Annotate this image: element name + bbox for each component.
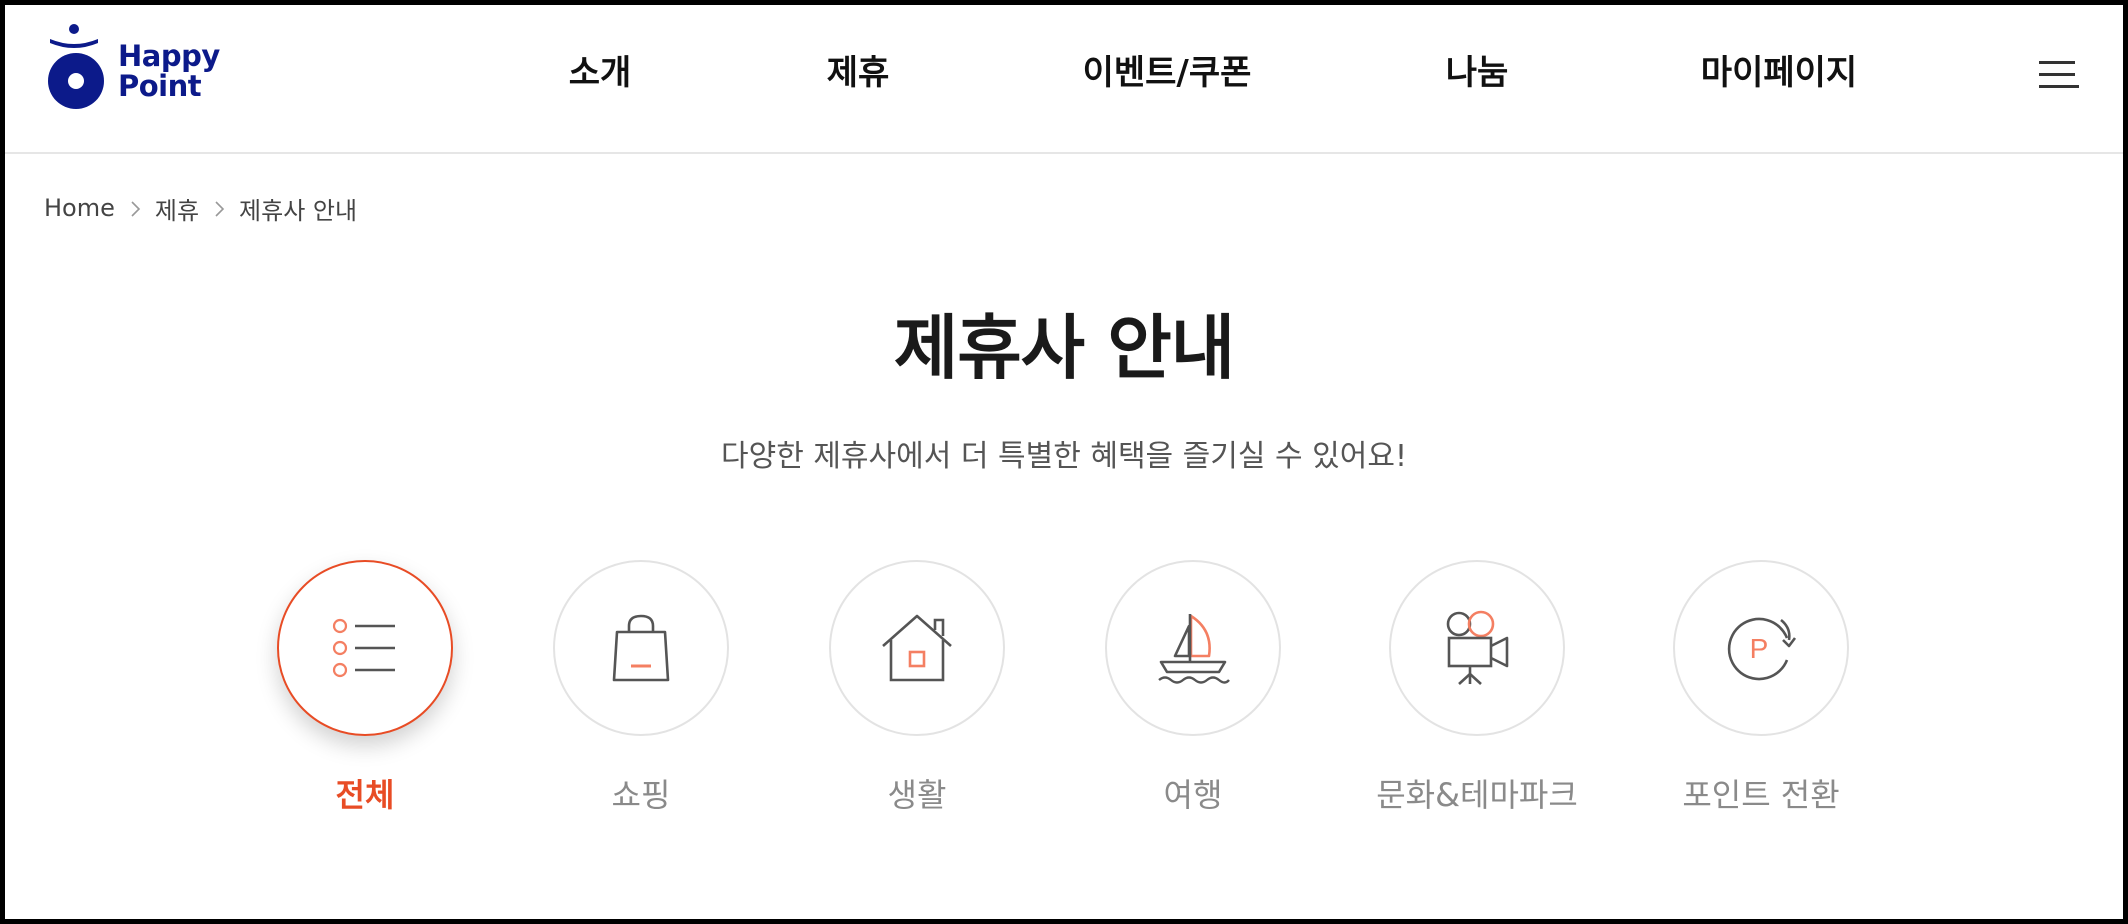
logo-line-1: Happy xyxy=(118,39,220,73)
page-title: 제휴사 안내 xyxy=(893,307,1235,389)
shopping-bag-icon xyxy=(612,614,670,682)
site-header: Happy Point 소개 제휴 이벤트/쿠폰 나눔 마이페이지 xyxy=(5,5,2123,154)
chevron-right-icon xyxy=(115,194,155,222)
happy-point-logo[interactable]: Happy Point xyxy=(40,21,230,121)
category-shopping[interactable]: 쇼핑 xyxy=(521,560,761,820)
nav-item-event-coupon[interactable]: 이벤트/쿠폰 xyxy=(1083,49,1252,97)
page-subtitle: 다양한 제휴사에서 더 특별한 혜택을 즐기실 수 있어요! xyxy=(721,439,1407,474)
category-all-label: 전체 xyxy=(335,776,395,814)
page: Happy Point 소개 제휴 이벤트/쿠폰 나눔 마이페이지 Home 제… xyxy=(5,5,2123,919)
nav-item-sharing[interactable]: 나눔 xyxy=(1446,49,1509,97)
category-shopping-circle[interactable] xyxy=(553,560,729,736)
logo-line-2: Point xyxy=(118,69,202,103)
list-icon xyxy=(332,618,395,678)
nav-item-partnership[interactable]: 제휴 xyxy=(827,49,890,97)
category-living[interactable]: 생활 xyxy=(797,560,1037,820)
category-culture-label: 문화&테마파크 xyxy=(1376,776,1578,814)
category-shopping-label: 쇼핑 xyxy=(611,776,671,814)
logo-wordmark: Happy Point xyxy=(118,41,220,101)
category-point-exchange-circle[interactable]: P xyxy=(1673,560,1849,736)
category-culture-themepark[interactable]: 문화&테마파크 xyxy=(1357,560,1597,820)
hamburger-menu-icon[interactable] xyxy=(2035,57,2079,91)
category-travel-circle[interactable] xyxy=(1105,560,1281,736)
category-all[interactable]: 전체 xyxy=(245,560,485,820)
house-icon xyxy=(882,614,952,682)
nav-item-mypage[interactable]: 마이페이지 xyxy=(1701,49,1857,97)
breadcrumb: Home 제휴 제휴사 안내 xyxy=(44,188,357,228)
breadcrumb-partnership[interactable]: 제휴 xyxy=(155,191,199,226)
category-travel-label: 여행 xyxy=(1163,776,1223,814)
svg-text:P: P xyxy=(1750,633,1769,664)
category-culture-circle[interactable] xyxy=(1389,560,1565,736)
category-living-circle[interactable] xyxy=(829,560,1005,736)
breadcrumb-current: 제휴사 안내 xyxy=(239,196,358,225)
logo-mark-icon xyxy=(48,24,104,109)
chevron-right-icon xyxy=(199,194,239,222)
point-exchange-icon: P xyxy=(1727,617,1797,681)
category-point-exchange-label: 포인트 전환 xyxy=(1682,776,1840,814)
category-all-circle[interactable] xyxy=(277,560,453,736)
category-point-exchange[interactable]: P 포인트 전환 xyxy=(1641,560,1881,820)
category-travel[interactable]: 여행 xyxy=(1073,560,1313,820)
movie-camera-icon xyxy=(1446,610,1509,685)
breadcrumb-home[interactable]: Home xyxy=(44,194,115,222)
category-living-label: 생활 xyxy=(887,776,947,814)
nav-item-intro[interactable]: 소개 xyxy=(569,49,632,97)
sailboat-icon xyxy=(1158,614,1230,684)
